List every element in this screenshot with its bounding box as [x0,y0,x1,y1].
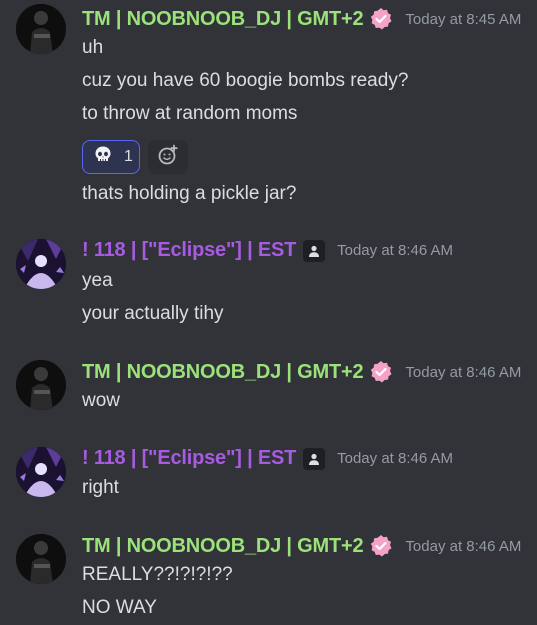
avatar[interactable] [16,534,66,584]
message-group: TM | NOOBNOOB_DJ | GMT+2 Today at 8:46 A… [0,534,537,625]
message-text: uh [82,37,104,58]
message-group: TM | NOOBNOOB_DJ | GMT+2 Today at 8:45 A… [0,4,537,204]
message-text: REALLY??!?!?!?? [82,564,233,585]
verified-badge-icon [369,360,393,384]
message-header: TM | NOOBNOOB_DJ | GMT+2 Today at 8:45 A… [82,7,521,31]
message-text: right [82,477,119,498]
message-group: ! 118 | ["Eclipse"] | EST Today at 8:46 … [0,447,537,502]
timestamp: Today at 8:46 AM [337,242,454,259]
message-text: NO WAY [82,597,157,618]
add-reaction-button[interactable] [148,140,188,174]
message-header: ! 118 | ["Eclipse"] | EST Today at 8:46 … [82,447,453,470]
message-text: your actually tihy [82,303,224,324]
message-text: thats holding a pickle jar? [82,183,297,204]
message-text: wow [82,390,121,411]
avatar[interactable] [16,360,66,410]
message-header: TM | NOOBNOOB_DJ | GMT+2 Today at 8:46 A… [82,360,521,384]
verified-badge-icon [369,534,393,558]
add-reaction-icon [157,144,179,171]
skull-icon [93,145,113,170]
message-text: to throw at random moms [82,103,298,124]
message-group: TM | NOOBNOOB_DJ | GMT+2 Today at 8:46 A… [0,360,537,415]
username[interactable]: ! 118 | ["Eclipse"] | EST [82,447,296,470]
verified-badge-icon [369,7,393,31]
message-header: ! 118 | ["Eclipse"] | EST Today at 8:46 … [82,239,453,262]
username[interactable]: TM | NOOBNOOB_DJ | GMT+2 [82,361,364,384]
username[interactable]: TM | NOOBNOOB_DJ | GMT+2 [82,8,364,31]
username[interactable]: ! 118 | ["Eclipse"] | EST [82,239,296,262]
timestamp: Today at 8:45 AM [405,10,522,28]
message-group: ! 118 | ["Eclipse"] | EST Today at 8:46 … [0,239,537,329]
avatar[interactable] [16,447,66,497]
timestamp: Today at 8:46 AM [337,450,454,467]
avatar[interactable] [16,239,66,289]
message-header: TM | NOOBNOOB_DJ | GMT+2 Today at 8:46 A… [82,534,521,558]
timestamp: Today at 8:46 AM [405,537,522,555]
reaction-button[interactable]: 1 [82,140,140,174]
timestamp: Today at 8:46 AM [405,363,522,381]
avatar[interactable] [16,4,66,54]
message-text: cuz you have 60 boogie bombs ready? [82,70,409,91]
username[interactable]: TM | NOOBNOOB_DJ | GMT+2 [82,535,364,558]
message-text: yea [82,270,113,291]
person-badge-icon [303,239,326,262]
person-badge-icon [303,447,326,470]
reaction-count: 1 [124,148,133,165]
